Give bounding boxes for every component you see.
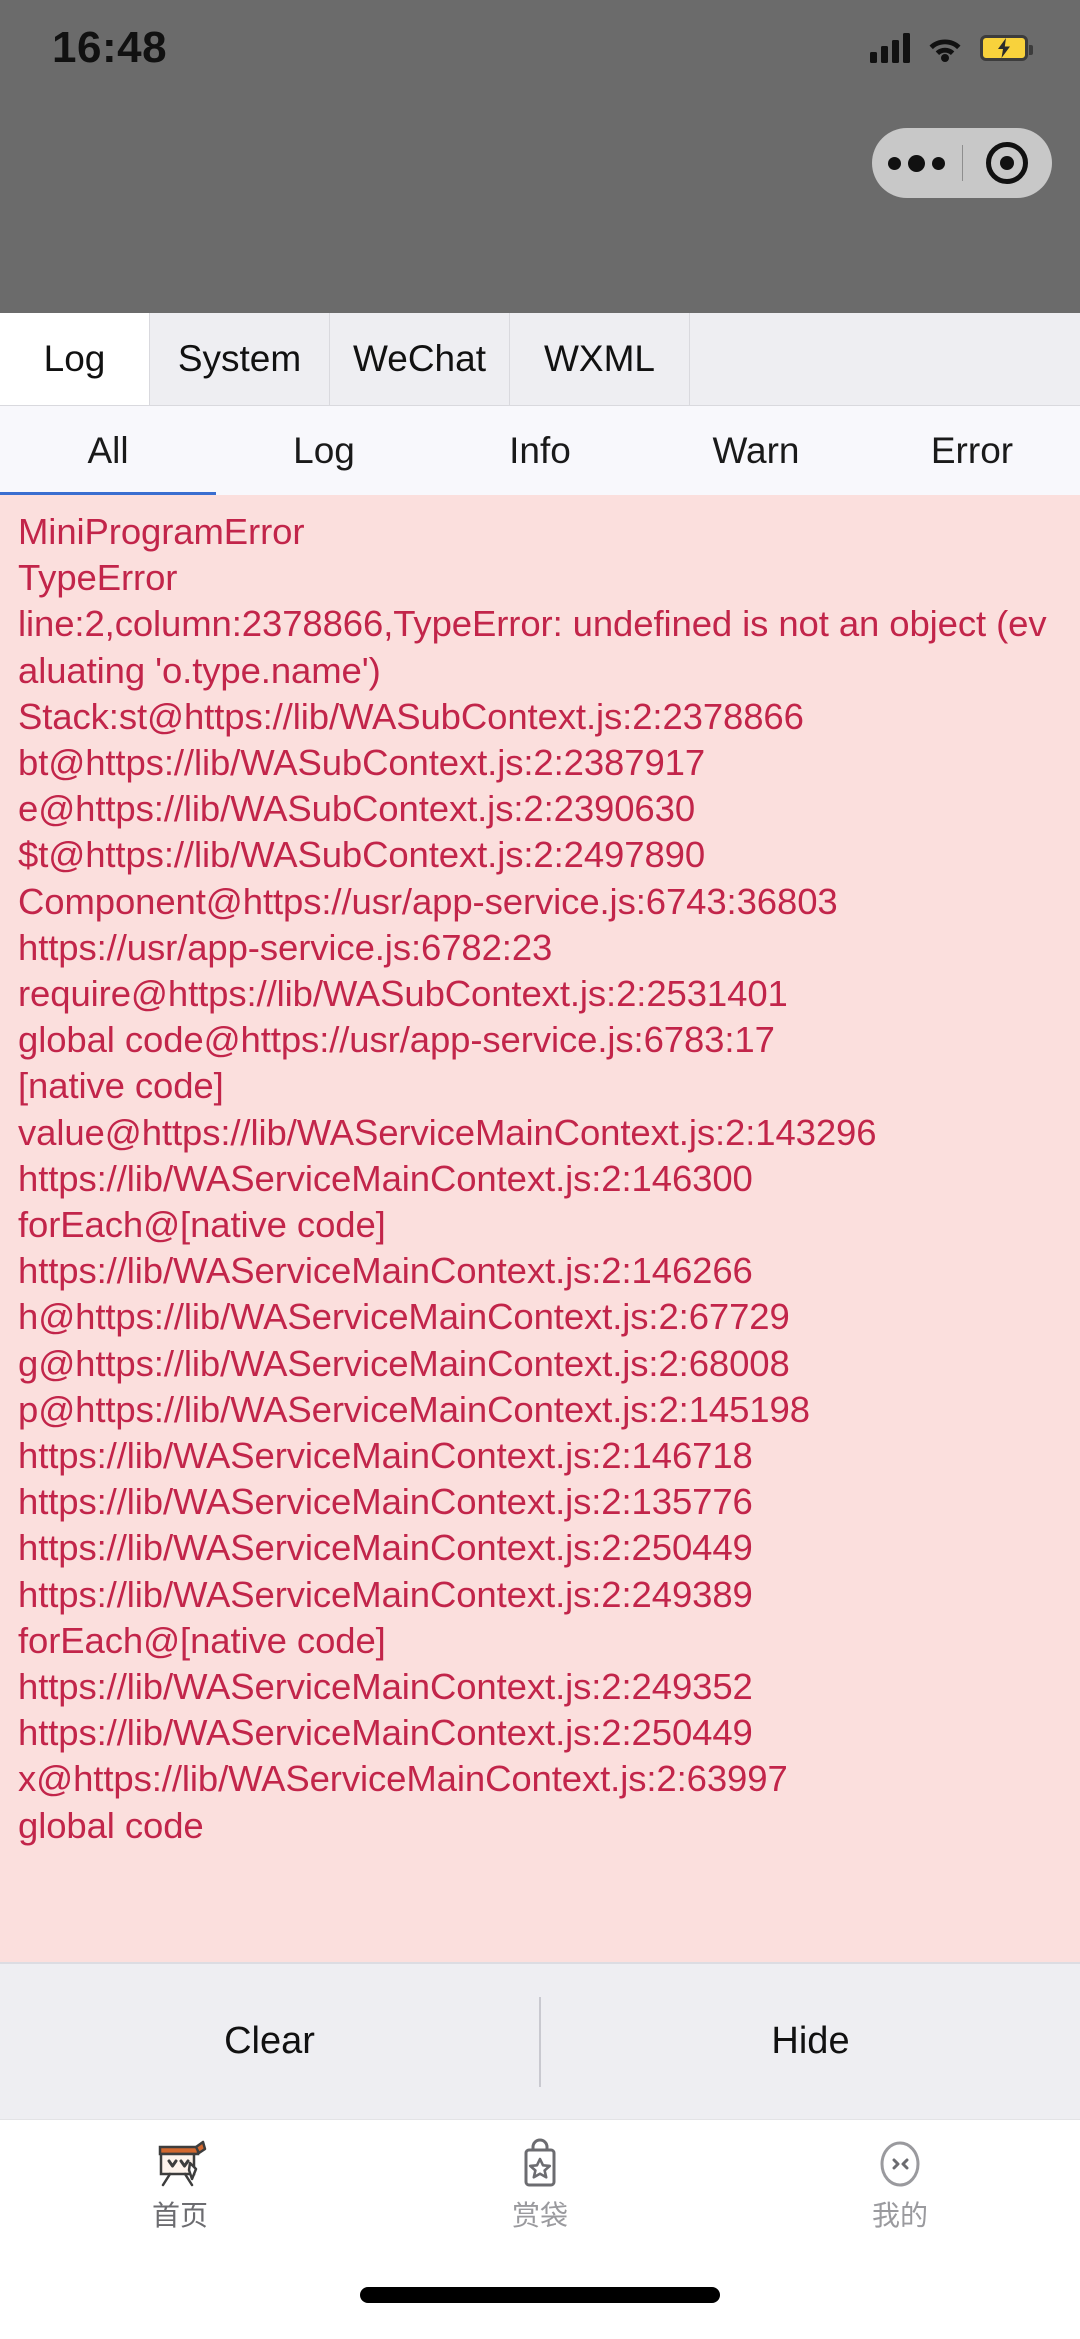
nav-item-profile[interactable]: 我的 [720,2132,1080,2230]
hide-button-label: Hide [771,2020,850,2062]
filter-info-label: Info [509,430,571,471]
phone-screen: 16:48 Log System WeChat WXML All Log Inf… [0,0,1080,2339]
status-bar: 16:48 [0,0,1080,95]
capsule-menu-button[interactable] [872,154,962,172]
more-dots-icon [888,154,946,172]
nav-item-bag-label: 赏袋 [511,2200,568,2231]
debug-console-panel: Log System WeChat WXML All Log Info Warn… [0,313,1080,2339]
filter-warn-label: Warn [712,430,800,471]
tab-system-label: System [177,338,302,379]
tab-log-label: Log [43,338,106,379]
filter-log[interactable]: Log [216,406,432,496]
clear-button-label: Clear [224,2020,315,2062]
filter-all-label: All [87,430,129,471]
mini-program-nav-area [0,95,1080,313]
filter-info[interactable]: Info [432,406,648,496]
filter-error[interactable]: Error [864,406,1080,496]
status-bar-time: 16:48 [52,22,168,72]
clear-button[interactable]: Clear [0,1964,539,2119]
nav-item-home[interactable]: 首页 [0,2132,360,2230]
signal-bars-icon [870,32,910,63]
console-log-output[interactable]: MiniProgramError TypeError line:2,column… [0,495,1080,2039]
app-bottom-nav: 首页 赏袋 我的 [0,2119,1080,2251]
filter-warn[interactable]: Warn [648,406,864,496]
filter-error-label: Error [930,430,1014,471]
home-indicator[interactable] [360,2287,720,2303]
profile-face-icon [870,2132,930,2194]
nav-item-bag[interactable]: 赏袋 [360,2132,720,2230]
home-indicator-area [0,2251,1080,2339]
console-action-bar: Clear Hide [0,1962,1080,2119]
wifi-icon [926,33,964,63]
filter-log-label: Log [293,430,355,471]
tab-wechat-label: WeChat [353,338,486,379]
target-circle-icon [986,142,1029,184]
nav-item-profile-label: 我的 [871,2200,928,2231]
hide-button[interactable]: Hide [541,1964,1080,2119]
bag-star-icon [510,2132,570,2194]
easel-home-icon [150,2132,210,2194]
tab-wxml[interactable]: WXML [510,313,690,405]
console-filter-bar: All Log Info Warn Error [0,406,1080,497]
console-tab-bar: Log System WeChat WXML [0,313,1080,406]
tab-wechat[interactable]: WeChat [330,313,510,405]
nav-item-home-label: 首页 [151,2200,208,2231]
battery-charging-icon [980,34,1033,61]
capsule-close-button[interactable] [963,142,1053,184]
tab-log[interactable]: Log [0,313,150,405]
tab-wxml-label: WXML [544,338,655,379]
tab-system[interactable]: System [150,313,330,405]
log-entry-error: MiniProgramError TypeError line:2,column… [18,511,1047,1846]
filter-all[interactable]: All [0,406,216,497]
tab-bar-filler [690,313,1080,405]
status-bar-indicators [870,32,1033,63]
nav-capsule[interactable] [872,128,1052,198]
